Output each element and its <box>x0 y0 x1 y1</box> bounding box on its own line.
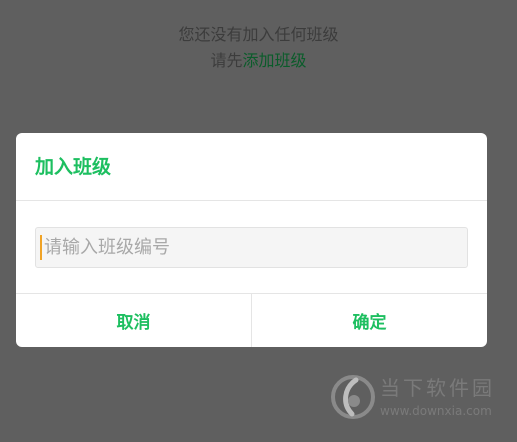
empty-state-message: 您还没有加入任何班级 <box>178 25 339 44</box>
join-class-dialog: 加入班级 取消 确定 <box>16 133 487 347</box>
add-class-link[interactable]: 添加班级 <box>243 51 307 70</box>
watermark: 当下软件园 www.downxia.com <box>330 374 510 424</box>
text-caret <box>40 235 42 260</box>
class-code-input[interactable] <box>35 227 468 268</box>
watermark-name: 当下软件园 <box>380 376 495 400</box>
dialog-title: 加入班级 <box>35 156 112 178</box>
empty-state-hint: 请先添加班级 <box>0 49 517 73</box>
confirm-button[interactable]: 确定 <box>252 294 487 347</box>
hint-prefix: 请先 <box>210 51 243 70</box>
watermark-url: www.downxia.com <box>380 404 492 418</box>
title-divider <box>16 200 487 201</box>
downxia-logo-icon <box>331 375 375 419</box>
cancel-button[interactable]: 取消 <box>16 294 251 347</box>
